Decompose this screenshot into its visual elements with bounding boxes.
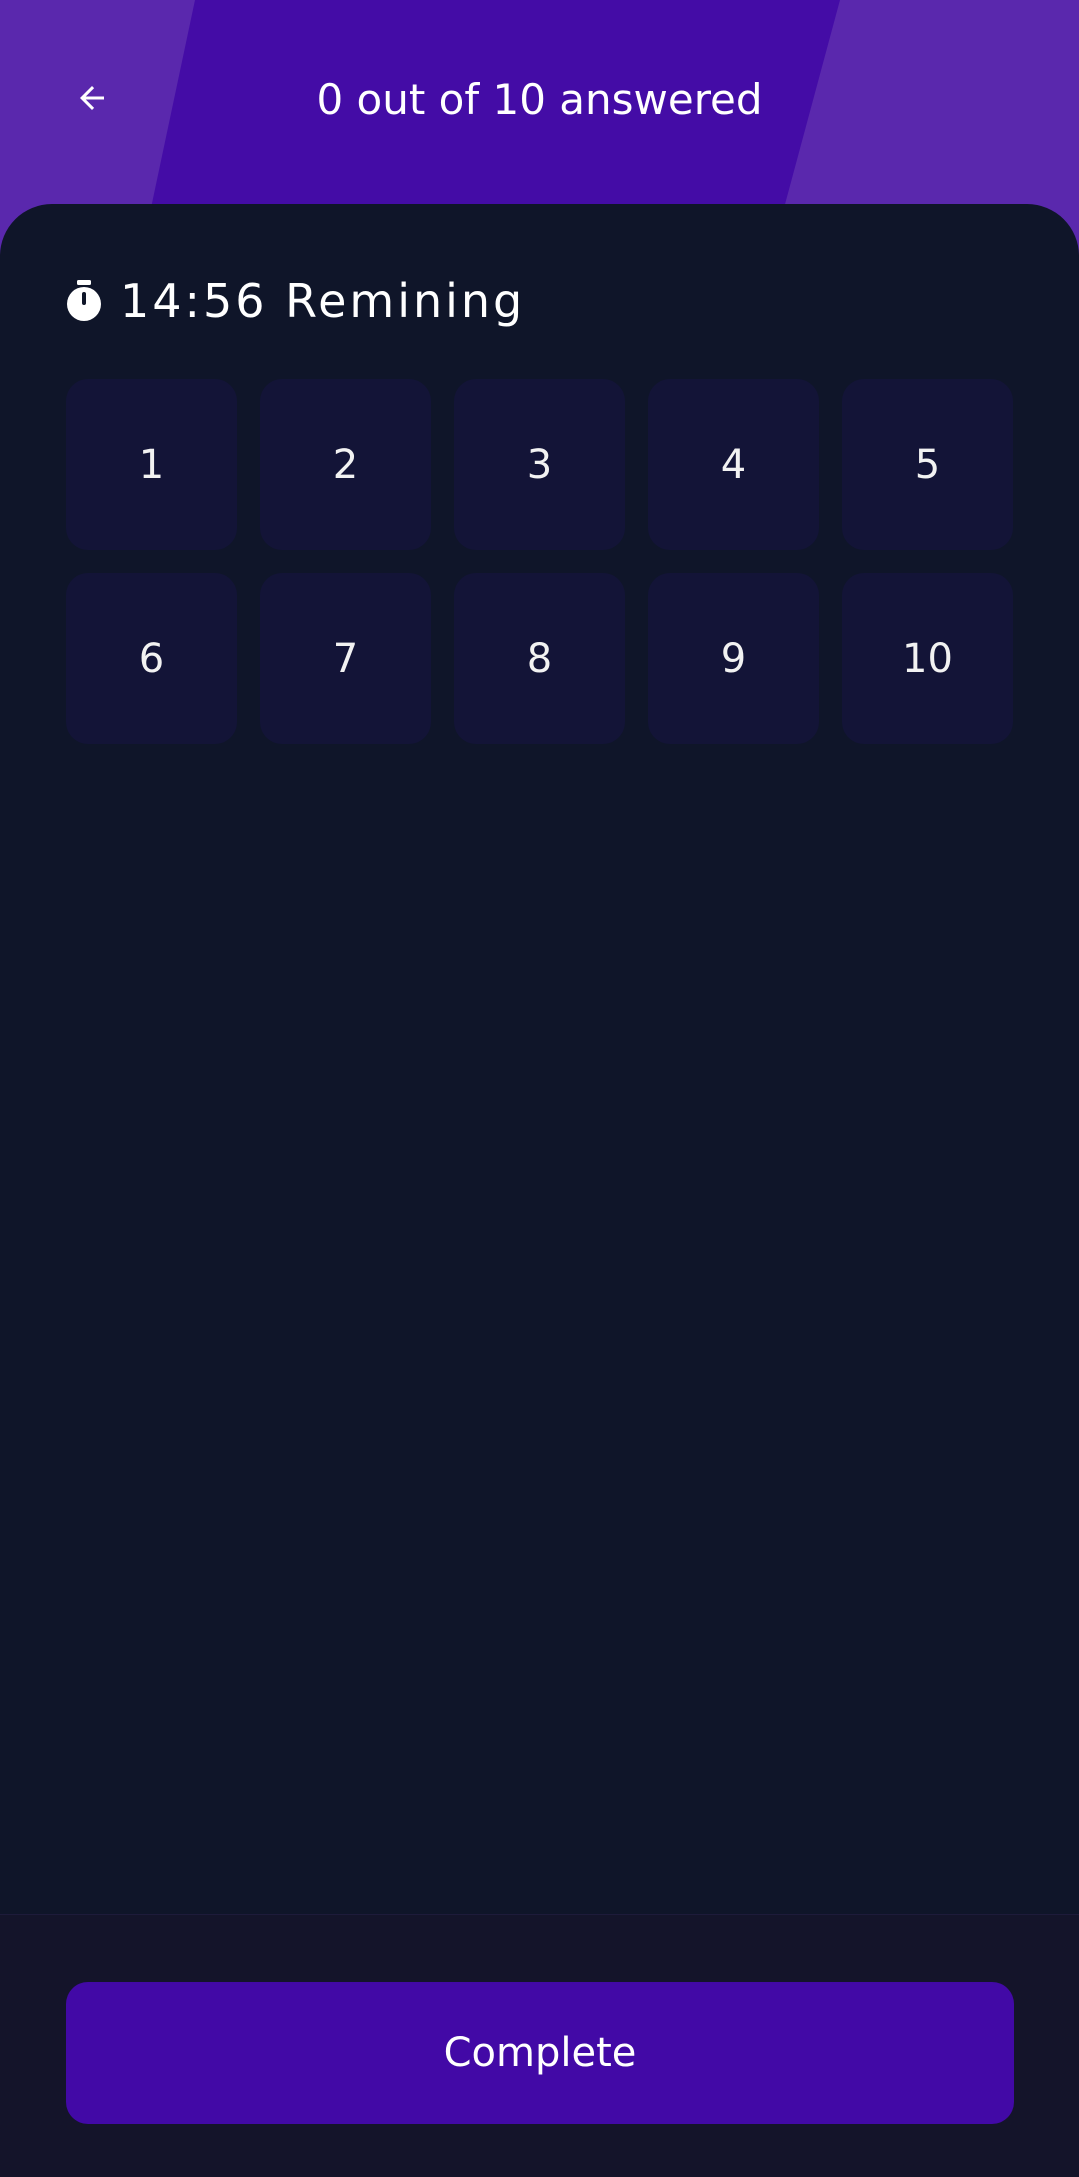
question-button-7[interactable]: 7 <box>260 573 431 744</box>
timer: 14:56 Remining <box>66 268 525 334</box>
timer-text: 14:56 Remining <box>120 274 526 328</box>
question-button-6[interactable]: 6 <box>66 573 237 744</box>
question-button-10[interactable]: 10 <box>842 573 1013 744</box>
question-button-9[interactable]: 9 <box>648 573 819 744</box>
question-grid: 1 2 3 4 5 6 7 8 9 10 <box>66 379 1014 744</box>
back-button[interactable] <box>56 62 128 134</box>
complete-button[interactable]: Complete <box>66 1982 1014 2124</box>
stopwatch-icon <box>66 279 106 323</box>
question-button-4[interactable]: 4 <box>648 379 819 550</box>
question-button-1[interactable]: 1 <box>66 379 237 550</box>
arrow-left-icon <box>80 86 104 110</box>
question-button-5[interactable]: 5 <box>842 379 1013 550</box>
question-button-8[interactable]: 8 <box>454 573 625 744</box>
question-button-2[interactable]: 2 <box>260 379 431 550</box>
question-button-3[interactable]: 3 <box>454 379 625 550</box>
